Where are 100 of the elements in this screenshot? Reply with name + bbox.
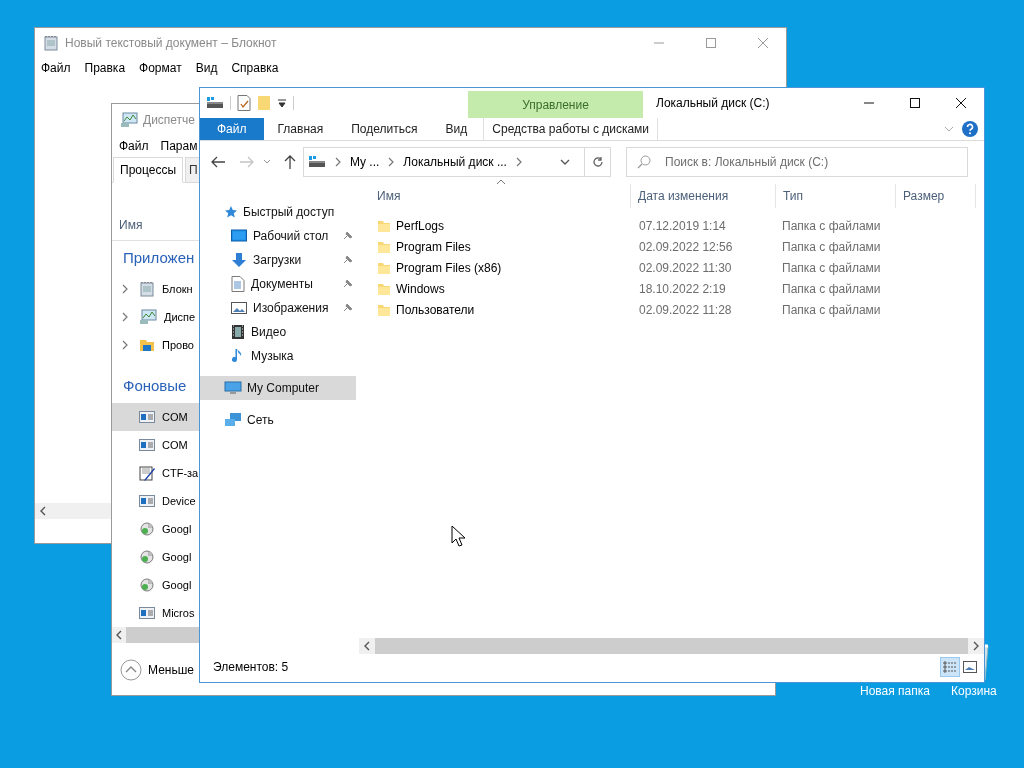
nav-item[interactable]: Музыка bbox=[251, 347, 294, 365]
process-name[interactable]: Googl bbox=[162, 520, 192, 538]
process-name[interactable]: Googl bbox=[162, 548, 192, 566]
date-modified: 02.09.2022 12:56 bbox=[639, 239, 733, 254]
process-name[interactable]: Прово bbox=[162, 336, 194, 354]
pin-icon[interactable] bbox=[342, 278, 352, 290]
process-name[interactable]: Device bbox=[162, 492, 196, 510]
nav-item[interactable]: Видео bbox=[251, 323, 287, 341]
drive-icon[interactable] bbox=[308, 156, 326, 168]
window-title: Новый текстовый документ – Блокнот bbox=[65, 34, 277, 52]
menu-item[interactable]: Правка bbox=[84, 59, 126, 77]
recent-locations-icon[interactable] bbox=[263, 159, 271, 165]
download-icon[interactable] bbox=[231, 252, 247, 268]
process-name[interactable]: COM bbox=[162, 408, 188, 426]
nav-item[interactable]: Загрузки bbox=[253, 251, 302, 269]
window-title: Диспетче bbox=[143, 111, 196, 129]
column-header[interactable]: Тип bbox=[783, 187, 803, 205]
date-modified: 02.09.2022 11:28 bbox=[639, 302, 732, 317]
folder-icon bbox=[377, 302, 391, 317]
pin-icon[interactable] bbox=[342, 302, 352, 314]
task-manager-icon bbox=[139, 309, 157, 325]
breadcrumb-separator-icon[interactable] bbox=[387, 157, 396, 167]
dropdown-icon[interactable] bbox=[560, 158, 570, 166]
date-modified: 02.09.2022 11:30 bbox=[639, 260, 732, 275]
help-icon[interactable] bbox=[962, 121, 978, 137]
details-view-button[interactable] bbox=[940, 657, 960, 677]
expand-ribbon-icon[interactable] bbox=[944, 125, 954, 133]
process-name[interactable]: Блокн bbox=[162, 280, 193, 298]
nav-item[interactable]: Быстрый доступ bbox=[243, 203, 335, 221]
pin-icon[interactable] bbox=[342, 230, 352, 242]
column-header[interactable]: Имя bbox=[377, 187, 401, 205]
scroll-right-icon[interactable] bbox=[972, 641, 980, 651]
address-bar[interactable]: My ... Локальный диск ... bbox=[303, 147, 611, 177]
file-name[interactable]: Windows bbox=[396, 279, 445, 298]
document-icon[interactable] bbox=[231, 276, 245, 292]
monitor-icon[interactable] bbox=[231, 229, 247, 243]
menu-item[interactable]: Формат bbox=[139, 59, 182, 77]
file-name[interactable]: Program Files bbox=[396, 237, 471, 256]
nav-item[interactable]: Документы bbox=[251, 275, 313, 293]
column-header[interactable]: Дата изменения bbox=[638, 187, 729, 205]
column-header[interactable]: Размер bbox=[903, 187, 945, 205]
close-icon[interactable] bbox=[955, 96, 967, 109]
file-type: Папка с файлами bbox=[782, 218, 881, 233]
breadcrumb-separator-icon[interactable] bbox=[334, 157, 342, 167]
nav-item[interactable]: Сеть bbox=[247, 411, 274, 429]
scroll-left-icon[interactable] bbox=[363, 641, 371, 651]
file-name[interactable]: PerfLogs bbox=[396, 216, 445, 235]
search-field[interactable]: Поиск в: Локальный диск (C:) bbox=[626, 147, 968, 177]
notepad-icon bbox=[43, 34, 59, 51]
pin-icon[interactable] bbox=[342, 254, 352, 266]
process-name[interactable]: COM bbox=[162, 436, 188, 454]
file-name[interactable]: Program Files (x86) bbox=[396, 258, 502, 277]
group-heading: Приложен bbox=[123, 247, 195, 268]
scroll-left-icon[interactable] bbox=[39, 506, 47, 516]
star-icon[interactable] bbox=[224, 205, 238, 219]
process-name[interactable]: CTF-за bbox=[162, 464, 199, 482]
process-name[interactable]: Micros bbox=[162, 604, 195, 622]
file-tab[interactable]: Файл bbox=[200, 118, 264, 140]
image-icon[interactable] bbox=[231, 301, 247, 315]
ribbon-tab[interactable]: Поделиться bbox=[337, 118, 432, 140]
nav-item[interactable]: My Computer bbox=[247, 379, 320, 397]
selected-nav-item[interactable]: My Computer bbox=[200, 376, 356, 400]
ribbon-tab[interactable]: Вид bbox=[431, 118, 482, 140]
expand-chevron-icon[interactable] bbox=[121, 312, 129, 322]
fewer-details-link[interactable]: Меньше bbox=[148, 661, 194, 679]
process-name[interactable]: Googl bbox=[162, 576, 192, 594]
computer-icon[interactable] bbox=[224, 381, 242, 395]
drive-icon[interactable] bbox=[206, 97, 224, 109]
menu-item[interactable]: Файл bbox=[119, 137, 149, 155]
menu-item[interactable]: Парам bbox=[160, 137, 198, 155]
task-manager-icon bbox=[120, 111, 138, 128]
properties-icon[interactable] bbox=[237, 95, 251, 111]
menu-item[interactable]: Файл bbox=[41, 59, 71, 77]
process-name[interactable]: Диспе bbox=[164, 308, 196, 326]
tab[interactable]: Процессы bbox=[113, 157, 183, 183]
file-name[interactable]: Пользователи bbox=[396, 300, 475, 319]
ribbon-tab[interactable]: Главная bbox=[263, 118, 338, 140]
collapse-icon[interactable] bbox=[120, 659, 142, 681]
breadcrumb[interactable]: My ... bbox=[350, 153, 380, 171]
maximize-icon[interactable] bbox=[909, 96, 921, 109]
up-icon[interactable] bbox=[283, 154, 297, 170]
selected-row[interactable]: COM bbox=[112, 403, 199, 431]
customize-dropdown-icon[interactable] bbox=[277, 98, 287, 108]
date-modified: 07.12.2019 1:14 bbox=[639, 218, 726, 233]
column-header[interactable]: Имя bbox=[119, 216, 143, 234]
expand-chevron-icon[interactable] bbox=[121, 340, 129, 350]
updater-icon bbox=[139, 577, 155, 593]
network-icon[interactable] bbox=[224, 412, 242, 428]
film-icon[interactable] bbox=[231, 324, 245, 340]
application-icon bbox=[139, 411, 155, 423]
menu-item[interactable]: Вид bbox=[195, 59, 218, 77]
menu-item[interactable]: Справка bbox=[231, 59, 279, 77]
back-icon[interactable] bbox=[210, 155, 226, 169]
nav-item[interactable]: Изображения bbox=[253, 299, 329, 317]
breadcrumb-separator-icon[interactable] bbox=[514, 157, 523, 167]
scroll-left-icon[interactable] bbox=[115, 630, 123, 640]
nav-item[interactable]: Рабочий стол bbox=[253, 227, 329, 245]
expand-chevron-icon[interactable] bbox=[121, 284, 129, 294]
refresh-icon[interactable] bbox=[591, 156, 604, 168]
breadcrumb[interactable]: Локальный диск ... bbox=[403, 153, 507, 171]
